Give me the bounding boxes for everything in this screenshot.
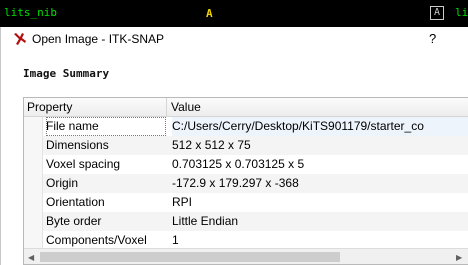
scroll-left-arrow-icon[interactable]: ◀	[28, 253, 34, 262]
row-gutter	[24, 193, 43, 212]
row-gutter	[24, 155, 43, 174]
image-summary-table[interactable]: Property Value File name C:/Users/Cerry/…	[23, 97, 468, 265]
property-cell: Voxel spacing	[46, 157, 121, 171]
value-cell: Little Endian	[172, 214, 239, 228]
table-header: Property Value	[24, 98, 468, 117]
itk-snap-logo-icon	[14, 33, 26, 45]
value-cell: RPI	[172, 195, 193, 209]
table-row[interactable]: File name C:/Users/Cerry/Desktop/KiTS901…	[24, 117, 468, 136]
dialog-titlebar[interactable]: Open Image - ITK-SNAP ?	[1, 27, 468, 51]
property-cell: Orientation	[46, 195, 105, 209]
table-row[interactable]: Origin -172.9 x 179.297 x -368	[24, 174, 468, 193]
scrollbar-thumb[interactable]	[40, 252, 340, 262]
open-image-dialog: Open Image - ITK-SNAP ? Image Summary Pr…	[0, 27, 468, 265]
table-body: File name C:/Users/Cerry/Desktop/KiTS901…	[24, 117, 468, 250]
table-row[interactable]: Voxel spacing 0.703125 x 0.703125 x 5	[24, 155, 468, 174]
property-cell: Origin	[46, 176, 79, 190]
scroll-right-arrow-icon[interactable]: ▶	[456, 253, 462, 262]
dialog-title: Open Image - ITK-SNAP	[32, 32, 165, 46]
anatomical-direction-label: A	[206, 7, 213, 20]
row-gutter	[24, 212, 43, 231]
property-cell: Dimensions	[46, 138, 109, 152]
section-heading: Image Summary	[23, 67, 110, 80]
row-gutter	[24, 136, 43, 155]
value-cell: 512 x 512 x 75	[172, 138, 251, 152]
row-gutter	[24, 117, 43, 136]
value-cell: C:/Users/Cerry/Desktop/KiTS901179/starte…	[172, 117, 468, 136]
annotation-toggle-button[interactable]: A	[430, 6, 444, 20]
row-gutter	[24, 174, 43, 193]
value-cell: 0.703125 x 0.703125 x 5	[172, 157, 305, 171]
property-cell: Byte order	[46, 214, 102, 228]
layer-label-secondary: li	[455, 6, 468, 19]
table-row[interactable]: Byte order Little Endian	[24, 212, 468, 231]
layer-label: lits_nib	[4, 6, 57, 19]
horizontal-scrollbar[interactable]: ◀ ▶	[24, 248, 468, 264]
table-row[interactable]: Dimensions 512 x 512 x 75	[24, 136, 468, 155]
value-cell: -172.9 x 179.297 x -368	[172, 176, 299, 190]
table-row[interactable]: Orientation RPI	[24, 193, 468, 212]
column-header-value[interactable]: Value	[168, 98, 468, 116]
help-button[interactable]: ?	[429, 31, 436, 46]
property-cell: File name	[46, 117, 166, 136]
viewer-background-strip: lits_nib A A li	[0, 0, 468, 27]
column-header-property[interactable]: Property	[24, 98, 167, 116]
